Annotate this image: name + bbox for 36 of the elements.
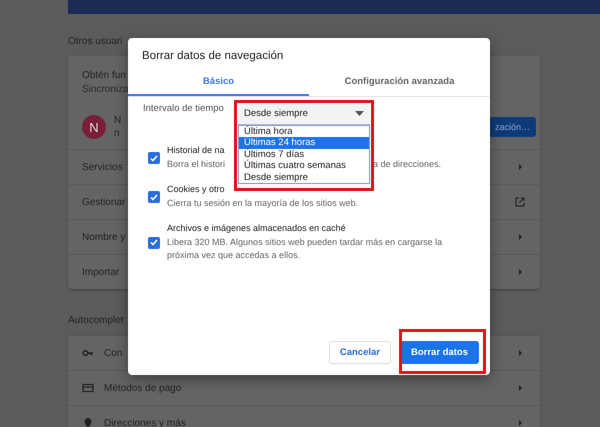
row-label[interactable]: Con [104, 348, 122, 358]
item-description: Cierra tu sesión en la mayoría de los sitios web. [167, 197, 358, 210]
location-pin-icon [82, 417, 94, 427]
section-title: Autocomplet [68, 315, 124, 326]
section-title: Otros usuari [68, 36, 122, 47]
row-label[interactable]: Nombre y [82, 232, 126, 242]
clear-data-button[interactable]: Borrar datos [400, 341, 479, 364]
checkbox[interactable] [148, 152, 160, 164]
row-label[interactable]: Métodos de pago [104, 382, 182, 394]
row-label[interactable]: Servicios [82, 162, 123, 172]
field-label: Intervalo de tiempo [143, 103, 224, 114]
item-description: Borra el histori [167, 158, 226, 171]
item-title: Historial de na [167, 145, 225, 155]
item-title: Cookies y otro [167, 184, 225, 194]
tab[interactable]: Configuración avanzada [309, 70, 490, 96]
checkbox[interactable] [148, 191, 160, 203]
card-title: Obtén fun [82, 70, 126, 81]
sync-button[interactable]: zación… [488, 117, 536, 137]
row-label[interactable]: Importar [82, 266, 120, 278]
card-subtitle: Sincroniza [82, 84, 129, 95]
dropdown-caret-icon [355, 111, 364, 116]
external-link-icon [514, 196, 526, 208]
credit-card-icon [82, 382, 94, 394]
key-icon [82, 347, 94, 359]
time-range-select[interactable]: Desde siempre [238, 103, 370, 125]
profile-email: n [114, 128, 120, 139]
checkbox[interactable] [148, 236, 160, 248]
row-label[interactable]: Gestionar [82, 196, 126, 208]
dialog-title: Borrar datos de navegación [141, 49, 284, 64]
tab[interactable]: Básico [128, 70, 309, 96]
dropdown-option[interactable]: Últimas 24 horas [239, 137, 369, 149]
item-description: Libera 320 MB. Algunos sitios web pueden tardar más en cargarse la próxima vez que accedas a ellos. [167, 236, 444, 262]
item-title: Archivos e imágenes almacenados en caché [167, 223, 346, 233]
cancel-button[interactable]: Cancelar [328, 341, 391, 364]
avatar: N [82, 115, 106, 139]
profile-name: N [114, 115, 122, 126]
